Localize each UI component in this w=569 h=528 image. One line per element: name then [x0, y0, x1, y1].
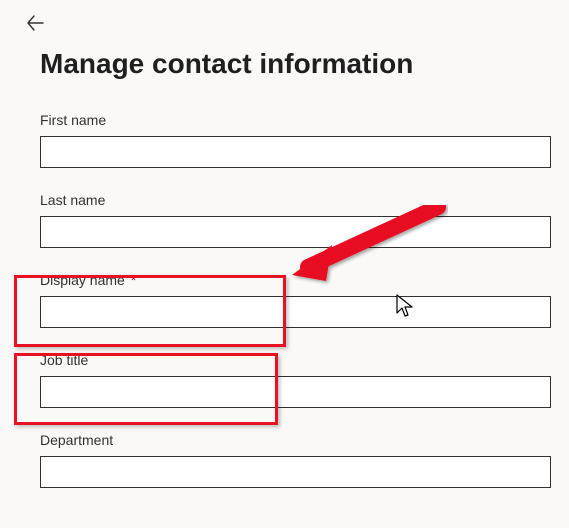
department-label: Department [40, 432, 551, 448]
page-title: Manage contact information [40, 48, 413, 80]
first-name-input[interactable] [40, 136, 551, 168]
department-field: Department [40, 432, 551, 488]
required-asterisk: * [131, 272, 136, 288]
job-title-label: Job title [40, 352, 551, 368]
last-name-label: Last name [40, 192, 551, 208]
display-name-input[interactable] [40, 296, 551, 328]
job-title-field: Job title [40, 352, 551, 408]
first-name-label: First name [40, 112, 551, 128]
first-name-field: First name [40, 112, 551, 168]
contact-form: First name Last name Display name * Job … [40, 112, 551, 512]
department-input[interactable] [40, 456, 551, 488]
job-title-input[interactable] [40, 376, 551, 408]
last-name-input[interactable] [40, 216, 551, 248]
last-name-field: Last name [40, 192, 551, 248]
display-name-label: Display name * [40, 272, 551, 288]
display-name-field: Display name * [40, 272, 551, 328]
display-name-label-text: Display name [40, 272, 125, 288]
arrow-left-icon [26, 14, 44, 32]
back-button[interactable] [26, 14, 44, 37]
